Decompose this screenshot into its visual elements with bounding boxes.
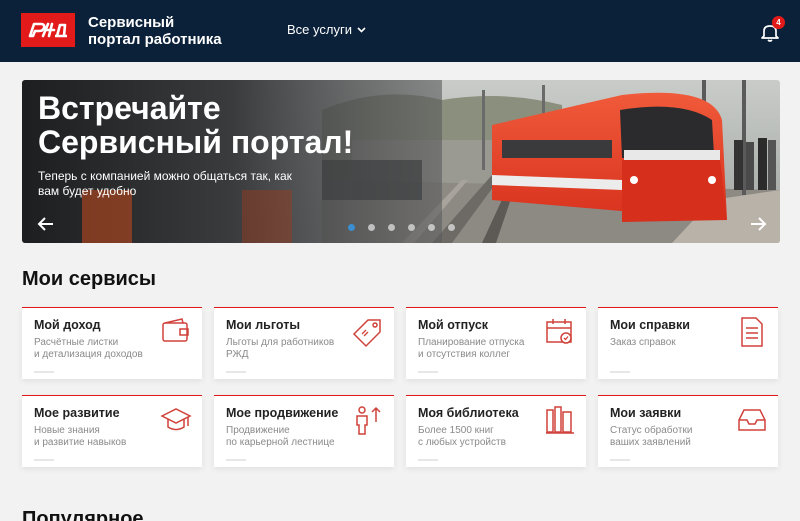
career-icon (352, 404, 384, 436)
banner-dot[interactable] (448, 224, 455, 231)
service-card-description: Новые знания и развитие навыков (34, 425, 127, 448)
arrow-left-icon (37, 217, 53, 231)
service-card-title: Мои заявки (610, 406, 682, 420)
top-header: Сервисный портал работника Все услуги 4 (0, 0, 800, 62)
service-card[interactable]: Мои льготы Льготы для работников РЖД (214, 307, 394, 379)
calendar-icon (544, 316, 576, 348)
service-card[interactable]: Моя библиотека Более 1500 книг с любых ус… (406, 395, 586, 467)
service-card[interactable]: Мое развитие Новые знания и развитие навы… (22, 395, 202, 467)
banner-title-line-2: Сервисный портал! (38, 124, 354, 160)
service-card[interactable]: Мои справки Заказ справок (598, 307, 778, 379)
card-decor-line (418, 459, 438, 461)
all-services-dropdown[interactable]: Все услуги (287, 22, 366, 37)
popular-section-title: Популярное (22, 508, 144, 521)
service-card-title: Мои льготы (226, 318, 300, 332)
service-card-title: Мое развитие (34, 406, 120, 420)
notifications-button[interactable]: 4 (760, 16, 785, 42)
card-decor-line (610, 371, 630, 373)
service-card[interactable]: Мое продвижение Продвижение по карьерной … (214, 395, 394, 467)
notification-count-badge: 4 (772, 16, 785, 29)
portal-brand-name[interactable]: Сервисный портал работника (88, 14, 222, 48)
services-section-title: Мои сервисы (22, 268, 156, 290)
service-card-description: Расчётные листки и детализация доходов (34, 337, 143, 360)
service-card-title: Мой отпуск (418, 318, 489, 332)
service-card-description: Заказ справок (610, 337, 676, 348)
service-card-title: Мой доход (34, 318, 101, 332)
card-decor-line (226, 371, 246, 373)
wallet-icon (160, 316, 192, 348)
rzd-logo[interactable] (21, 13, 75, 47)
banner-dot[interactable] (408, 224, 415, 231)
banner-next-button[interactable] (748, 215, 768, 233)
service-card-title: Мое продвижение (226, 406, 339, 420)
banner-pagination (348, 224, 455, 231)
service-card-description: Продвижение по карьерной лестнице (226, 425, 335, 448)
banner-title-line-1: Встречайте (38, 90, 221, 126)
books-icon (544, 404, 576, 436)
arrow-right-icon (751, 217, 767, 231)
service-card-description: Более 1500 книг с любых устройств (418, 425, 506, 448)
service-card[interactable]: Мой отпуск Планирование отпуска и отсутст… (406, 307, 586, 379)
banner-title: Встречайте Сервисный портал! (38, 91, 353, 159)
graduation-cap-icon (160, 404, 192, 436)
brand-line-1: Сервисный (88, 14, 175, 31)
banner-subtitle: Теперь с компанией можно общаться так, к… (38, 169, 292, 198)
document-icon (736, 316, 768, 348)
hero-banner[interactable]: Встречайте Сервисный портал! Теперь с ко… (22, 80, 780, 243)
brand-line-2: портал работника (88, 31, 222, 48)
service-card-description: Планирование отпуска и отсутствия коллег (418, 337, 525, 360)
card-decor-line (34, 371, 54, 373)
card-decor-line (34, 459, 54, 461)
service-card[interactable]: Мои заявки Статус обработки ваших заявлен… (598, 395, 778, 467)
banner-dot[interactable] (348, 224, 355, 231)
service-card-description: Льготы для работников РЖД (226, 337, 335, 360)
card-decor-line (610, 459, 630, 461)
banner-dot[interactable] (368, 224, 375, 231)
banner-prev-button[interactable] (36, 215, 56, 233)
inbox-icon (736, 404, 768, 436)
service-card-title: Мои справки (610, 318, 690, 332)
card-decor-line (226, 459, 246, 461)
tag-icon (352, 316, 384, 348)
service-card-description: Статус обработки ваших заявлений (610, 425, 693, 448)
banner-dot[interactable] (428, 224, 435, 231)
banner-dot[interactable] (388, 224, 395, 231)
card-decor-line (418, 371, 438, 373)
service-card-title: Моя библиотека (418, 406, 519, 420)
chevron-down-icon (357, 26, 366, 33)
service-card[interactable]: Мой доход Расчётные листки и детализация … (22, 307, 202, 379)
all-services-label: Все услуги (287, 22, 352, 37)
